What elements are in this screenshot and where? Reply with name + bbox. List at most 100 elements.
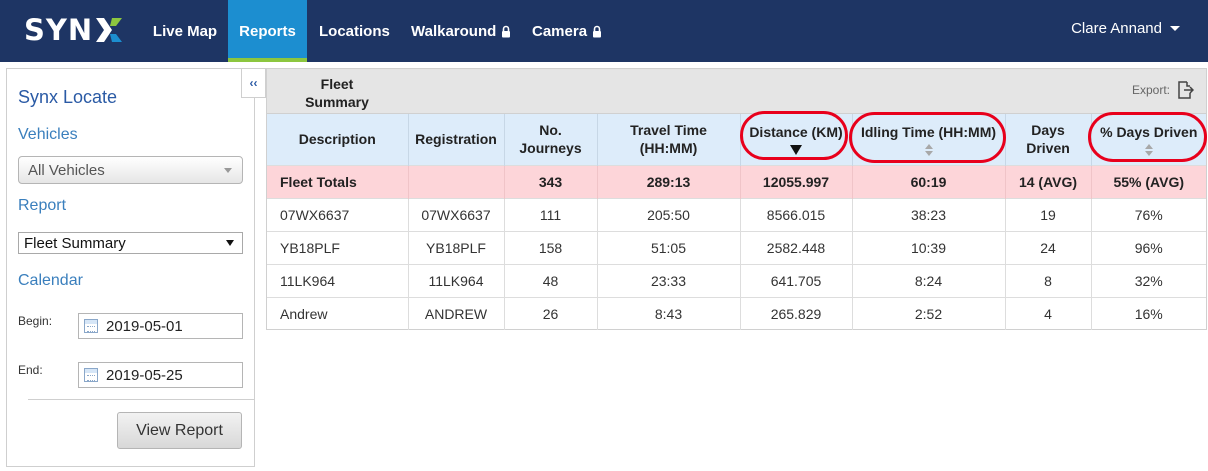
table-cell: 12055.997 [740, 164, 853, 198]
column-header-label: Idling Time (HH:MM) [860, 123, 997, 140]
fleet-summary-table: Description Registration No. Journeys Tr… [267, 114, 1206, 330]
table-cell: 289:13 [597, 164, 741, 198]
user-menu[interactable]: Clare Annand [1071, 0, 1180, 56]
nav-live-map[interactable]: Live Map [142, 0, 228, 62]
report-heading: Report [18, 197, 67, 214]
column-header-label: Description [298, 131, 376, 148]
sidebar-title: Synx Locate [18, 87, 118, 107]
table-row[interactable]: 11LK964 11LK964 48 23:33 641.705 8:24 8 … [267, 263, 1206, 297]
table-header-row: Description Registration No. Journeys Tr… [267, 114, 1206, 165]
nav-locations-label: Locations [319, 22, 390, 40]
report-select[interactable]: Fleet Summary [18, 232, 243, 254]
table-cell: 55% (AVG) [1091, 164, 1206, 198]
export-button[interactable]: Export: [1132, 81, 1194, 99]
table-cell: 76% [1091, 197, 1206, 231]
table-cell: 8 [1005, 263, 1092, 297]
table-cell: 158 [504, 230, 598, 264]
calendar-icon[interactable] [84, 319, 98, 333]
table-cell: 343 [504, 164, 598, 198]
begin-date-field[interactable]: 2019-05-01 [78, 313, 243, 339]
table-cell: 4 [1005, 296, 1092, 330]
table-cell: 8566.015 [740, 197, 853, 231]
table-row[interactable]: Andrew ANDREW 26 8:43 265.829 2:52 4 16% [267, 296, 1206, 330]
user-name: Clare Annand [1071, 19, 1162, 37]
table-cell: 11LK964 [408, 263, 505, 297]
table-cell: 11LK964 [267, 263, 409, 297]
column-header-journeys[interactable]: No. Journeys [504, 114, 598, 165]
sidebar-border [254, 98, 255, 467]
vehicles-select[interactable]: All Vehicles [18, 156, 243, 184]
lock-icon [502, 25, 511, 37]
table-cell: 8:24 [852, 263, 1006, 297]
nav-locations[interactable]: Locations [319, 0, 390, 62]
column-header-distance[interactable]: Distance (KM) [740, 114, 853, 165]
nav-reports-label: Reports [239, 22, 296, 40]
table-cell: 38:23 [852, 197, 1006, 231]
nav-live-map-label: Live Map [152, 22, 218, 40]
table-cell: Fleet Totals [267, 164, 409, 198]
column-header-description[interactable]: Description [267, 114, 409, 165]
column-header-travel-time[interactable]: Travel Time (HH:MM) [597, 114, 741, 165]
table-cell [408, 164, 505, 198]
column-header-registration[interactable]: Registration [408, 114, 505, 165]
table-cell: 32% [1091, 263, 1206, 297]
column-header-label: Travel Time (HH:MM) [630, 122, 707, 157]
export-label: Export: [1131, 83, 1170, 97]
lock-icon [593, 25, 602, 37]
chevron-down-icon [224, 168, 232, 173]
sort-icon [1144, 143, 1153, 156]
table-cell: 2582.448 [740, 230, 853, 264]
nav-walkaround[interactable]: Walkaround [411, 0, 511, 62]
table-cell: 96% [1091, 230, 1206, 264]
chevron-down-icon [1170, 25, 1180, 31]
column-header-label: No. Journeys [519, 122, 582, 157]
table-row[interactable]: 07WX6637 07WX6637 111 205:50 8566.015 38… [267, 197, 1206, 231]
collapse-sidebar-button[interactable]: ‹‹ [241, 68, 266, 98]
sort-icon [924, 143, 933, 156]
table-cell: 641.705 [740, 263, 853, 297]
table-row[interactable]: YB18PLF YB18PLF 158 51:05 2582.448 10:39… [267, 230, 1206, 264]
nav-camera[interactable]: Camera [532, 0, 602, 62]
column-header-idling-time[interactable]: Idling Time (HH:MM) [852, 114, 1006, 165]
column-header-days-driven[interactable]: Days Driven [1005, 114, 1092, 165]
fleet-totals-row: Fleet Totals 343 289:13 12055.997 60:19 … [267, 164, 1206, 198]
synx-logo[interactable]: SYN [24, 14, 124, 46]
sidebar-divider [28, 399, 254, 400]
table-cell: 16% [1091, 296, 1206, 330]
table-cell: 51:05 [597, 230, 741, 264]
table-cell: 60:19 [852, 164, 1006, 198]
column-header-label: Days Driven [1026, 122, 1070, 157]
export-icon [1178, 81, 1194, 99]
logo-x-icon [96, 18, 123, 42]
table-cell: Andrew [267, 296, 409, 330]
end-label: End: [18, 363, 43, 377]
column-header-label: Registration [415, 131, 497, 148]
calendar-heading: Calendar [18, 272, 83, 289]
table-cell: 111 [504, 197, 598, 231]
column-header-percent-days-driven[interactable]: % Days Driven [1091, 114, 1206, 165]
vehicles-heading: Vehicles [18, 126, 78, 143]
nav-walkaround-label: Walkaround [411, 22, 497, 40]
report-select-value: Fleet Summary [24, 234, 126, 252]
table-cell: 205:50 [597, 197, 741, 231]
column-header-label: % Days Driven [1100, 123, 1198, 140]
double-chevron-left-icon: ‹‹ [249, 76, 258, 90]
calendar-icon[interactable] [84, 368, 98, 382]
table-cell: 26 [504, 296, 598, 330]
end-date-field[interactable]: 2019-05-25 [78, 362, 243, 388]
table-cell: YB18PLF [267, 230, 409, 264]
table-cell: 48 [504, 263, 598, 297]
table-cell: 19 [1005, 197, 1092, 231]
table-cell: 265.829 [740, 296, 853, 330]
sort-descending-icon [790, 145, 802, 156]
chevron-down-icon [226, 240, 234, 246]
column-header-label: Distance (KM) [749, 124, 843, 141]
nav-reports[interactable]: Reports [228, 0, 307, 62]
table-cell: 2:52 [852, 296, 1006, 330]
end-date-value: 2019-05-25 [106, 366, 183, 384]
nav-camera-label: Camera [532, 22, 588, 40]
table-cell: 23:33 [597, 263, 741, 297]
report-panel: Fleet Summary Report Export: Description… [266, 68, 1207, 330]
table-cell: 07WX6637 [267, 197, 409, 231]
view-report-button[interactable]: View Report [117, 412, 242, 449]
